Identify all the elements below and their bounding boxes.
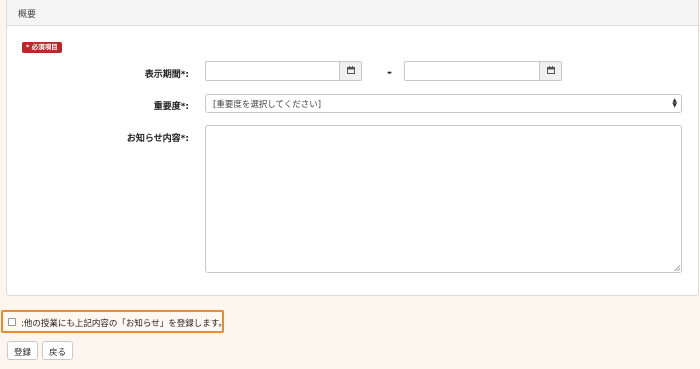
calendar-icon [546, 65, 555, 77]
overview-panel: 概要 * 必須項目 表示期間*: - 重要度*: [重要度を選択してください] … [6, 0, 699, 296]
register-other-classes-label: :他の授業にも上記内容の「お知らせ」を登録します。 [21, 319, 227, 329]
content-label: お知らせ内容*: [126, 134, 189, 144]
date-range-separator: - [387, 65, 392, 79]
register-other-classes-checkbox[interactable] [8, 318, 16, 326]
date-end-input[interactable] [404, 61, 562, 81]
display-period-label: 表示期間*: [144, 70, 189, 80]
back-button[interactable]: 戻る [42, 341, 74, 360]
importance-select-value: [重要度を選択してください] [213, 100, 322, 110]
resize-grip-icon[interactable] [674, 265, 680, 271]
importance-select[interactable]: [重要度を選択してください] ▲ ▼ [205, 94, 682, 113]
content-textarea[interactable] [205, 125, 682, 273]
select-arrows-icon: ▲ ▼ [672, 97, 677, 109]
calendar-button-start[interactable] [339, 62, 361, 80]
register-button[interactable]: 登録 [7, 341, 39, 360]
calendar-icon [346, 65, 355, 77]
date-start-input[interactable] [205, 61, 362, 81]
required-fields-badge: * 必須項目 [22, 42, 62, 53]
importance-label: 重要度*: [153, 102, 189, 112]
register-other-classes-option: :他の授業にも上記内容の「お知らせ」を登録します。 [1, 310, 227, 333]
calendar-button-end[interactable] [539, 62, 561, 80]
panel-heading: 概要 [7, 0, 698, 26]
